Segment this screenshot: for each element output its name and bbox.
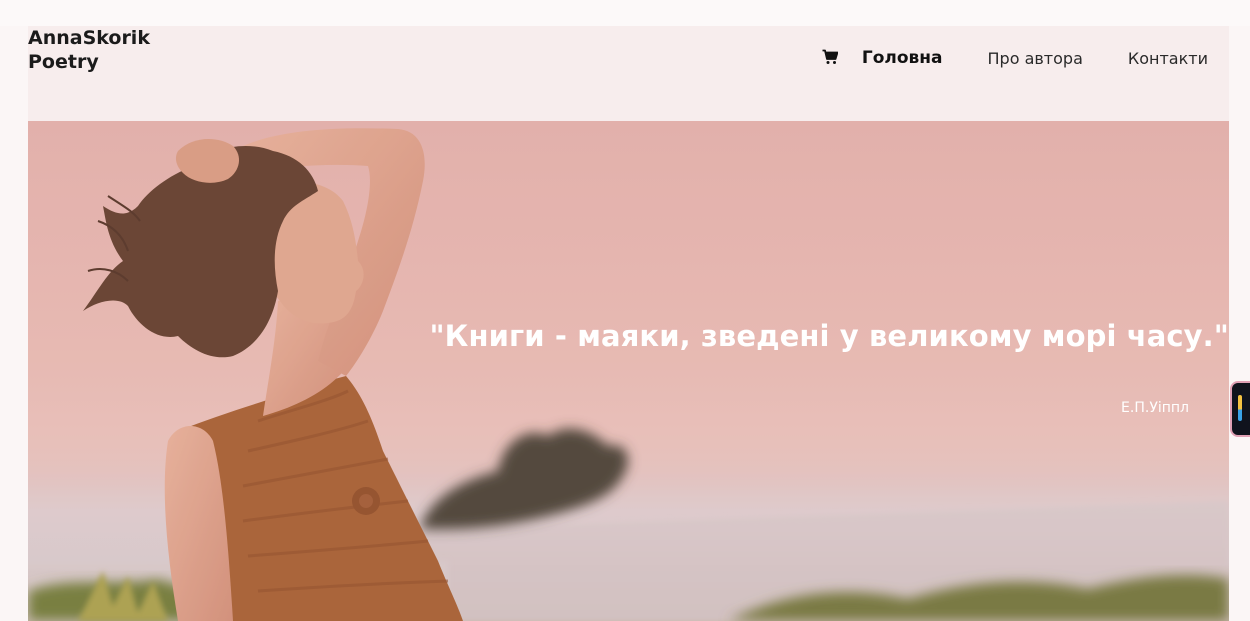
top-strip	[0, 0, 1250, 26]
main-nav: Головна Про автора Контакти	[822, 46, 1208, 70]
widget-icon	[1238, 395, 1242, 421]
logo-line-2: Poetry	[28, 51, 99, 73]
nav-link-contacts[interactable]: Контакти	[1128, 49, 1208, 68]
logo-line-1: AnnaSkorik	[28, 27, 150, 49]
cart-icon[interactable]	[822, 49, 838, 65]
page: AnnaSkorik Poetry Головна Про автора Кон…	[0, 0, 1250, 621]
site-logo[interactable]: AnnaSkorik Poetry	[28, 26, 150, 74]
hero-banner: "Книги - маяки, зведені у великому морі …	[28, 121, 1229, 621]
site-header: AnnaSkorik Poetry Головна Про автора Кон…	[28, 26, 1229, 121]
nav-link-about-author[interactable]: Про автора	[988, 49, 1083, 68]
nav-link-home[interactable]: Головна	[862, 48, 943, 68]
hero-photo	[28, 121, 1229, 621]
photo-tint	[28, 121, 1229, 621]
hero-quote: "Книги - маяки, зведені у великому морі …	[429, 319, 1229, 353]
side-widget-button[interactable]	[1230, 381, 1250, 437]
quote-author: Е.П.Уіппл	[1121, 400, 1189, 416]
